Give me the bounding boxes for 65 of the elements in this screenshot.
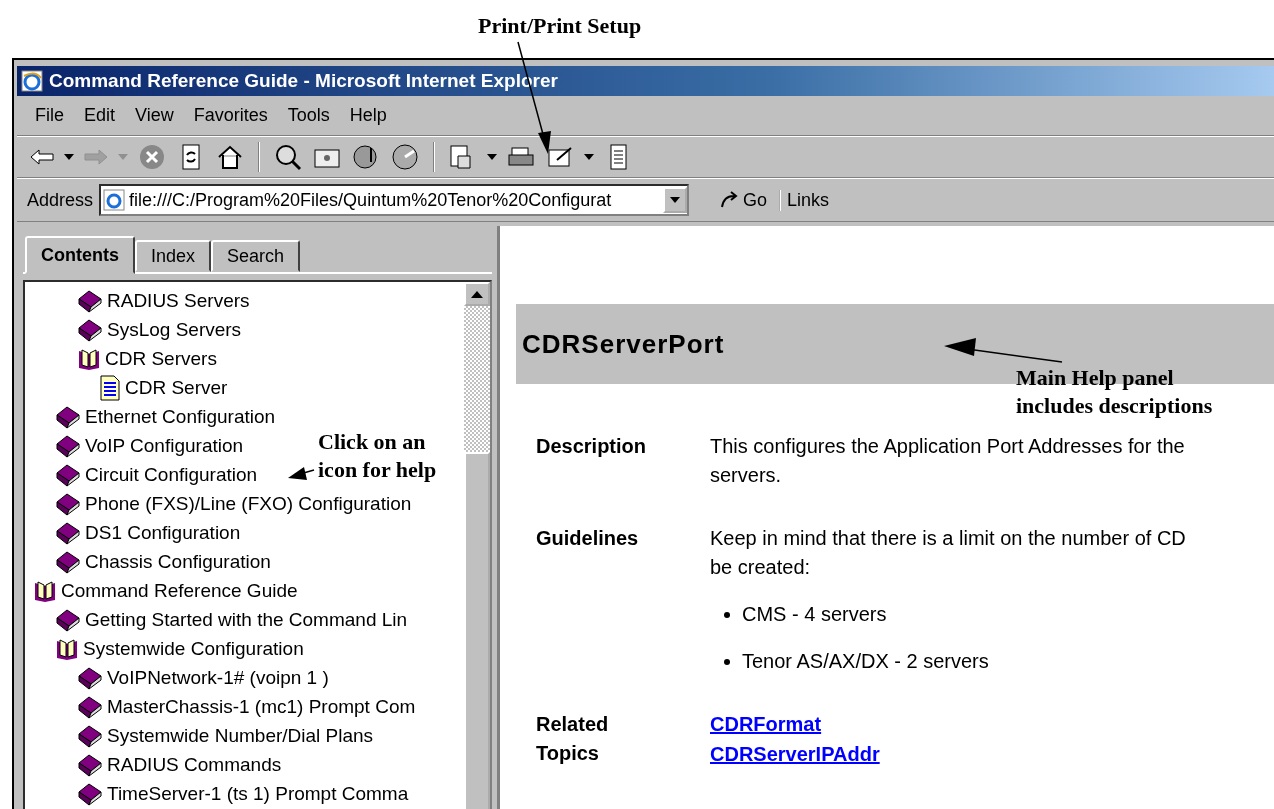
tree-item[interactable]: TimeServer-1 (ts 1) Prompt Comma [107,782,409,805]
bullet-text: Tenor AS/AX/DX - 2 servers [742,649,989,674]
tab[interactable]: Index [135,240,212,272]
tree-item[interactable]: Phone (FXS)/Line (FXO) Configuration [85,492,412,515]
tree-item[interactable]: Systemwide Number/Dial Plans [107,724,374,747]
tree-item[interactable]: RADIUS Commands [107,753,282,776]
menu-item[interactable]: View [127,103,182,128]
page-logo-icon [103,189,126,211]
dropdown-caret-icon[interactable] [64,154,74,160]
description-text: be created: [710,555,812,580]
bullet-icon [724,611,730,618]
go-button[interactable]: Go [707,189,782,211]
section-label: Related Topics [536,712,610,766]
caret-icon [670,197,681,203]
scroll-thumb[interactable] [464,452,490,809]
menu-item[interactable]: Help [341,103,395,128]
bullet-text: CMS - 4 servers [742,602,887,627]
menu-item[interactable]: Tools [279,103,338,128]
tree-item[interactable]: Ethernet Configuration [85,405,276,428]
tab[interactable]: Search [211,240,301,272]
topic-link[interactable]: CDRServerIPAddr [710,740,1274,769]
browser-logo-icon [21,70,43,92]
menu-item[interactable]: Favorites [185,103,276,128]
tab[interactable]: Contents [25,236,135,274]
tree-item[interactable]: CDR Server [125,376,228,399]
tree-item[interactable]: SysLog Servers [107,318,242,341]
bullet-icon [724,658,730,665]
address-field[interactable]: file:///C:/Program%20Files/Quintum%20Tenor%20Configurat [99,184,690,216]
tree-item[interactable]: VoIPNetwork-1# (voipn 1 ) [107,666,329,689]
dropdown-caret-icon[interactable] [487,154,497,160]
tree-item[interactable]: RADIUS Servers [107,289,250,312]
section-label: Description [536,434,648,459]
go-arrow-icon [719,191,740,209]
callout-text: Main Help panel includes descriptions [1016,364,1214,420]
tree-item[interactable]: VoIP Configuration [85,434,244,457]
history-icon[interactable] [390,142,420,172]
page-icon [99,374,121,401]
description-text: This configures the Application Port Addresses for the [710,434,1186,459]
description-text: servers. [710,463,783,488]
tree-item[interactable]: Command Reference Guide [61,579,298,602]
description-text: Keep in mind that there is a limit on the number of CD [710,526,1187,551]
menu-item[interactable]: File [27,103,72,128]
stop-icon[interactable] [137,142,167,172]
tree-item[interactable]: Circuit Configuration [85,463,258,486]
dropdown-caret-icon[interactable] [584,154,594,160]
scroll-up-icon[interactable] [471,290,483,298]
callout-arrow [288,467,315,480]
tree-item[interactable]: Getting Started with the Command Lin [85,608,408,631]
menu-item[interactable]: Edit [76,103,124,128]
tree-item[interactable]: MasterChassis-1 (mc1) Prompt Com [107,695,416,718]
tree-item[interactable]: Chassis Configuration [85,550,271,573]
search-icon[interactable] [273,142,303,172]
callout-text: Click on an icon for help [318,428,438,484]
tree-item[interactable]: CDR Servers [105,347,217,370]
dropdown-button[interactable] [663,187,688,213]
tree-item[interactable]: Systemwide Configuration [83,637,304,660]
topic-title: CDRServerPort [522,328,725,360]
scrollbar[interactable] [464,282,490,809]
callout-text: Print/Print Setup [478,12,642,40]
tree-item[interactable]: DS1 Configuration [85,521,241,544]
topic-link[interactable]: CDRFormat [710,710,1274,739]
address-label: Address [27,189,94,211]
links-button[interactable]: Links [787,189,830,211]
section-label: Guidelines [536,526,640,551]
back-arrow-icon[interactable] [29,147,55,167]
